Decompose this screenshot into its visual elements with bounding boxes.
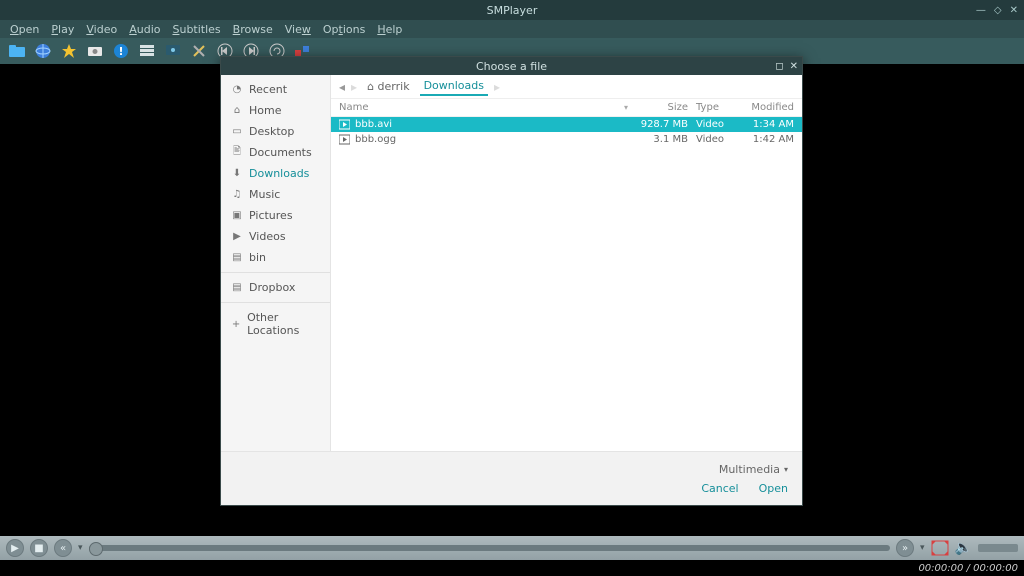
- sidebar-item-home[interactable]: ⌂Home: [221, 100, 330, 121]
- file-chooser-dialog: Choose a file ◻ ✕ ◔Recent⌂Home▭Desktop🖹D…: [220, 56, 803, 506]
- dialog-sidebar: ◔Recent⌂Home▭Desktop🖹Documents⬇Downloads…: [221, 75, 331, 451]
- folder-icon: ♫: [231, 189, 243, 201]
- folder-icon: ▤: [231, 252, 243, 264]
- sidebar-item-documents[interactable]: 🖹Documents: [221, 142, 330, 163]
- dialog-footer: Multimedia ▾ Cancel Open: [221, 451, 802, 505]
- chevron-down-icon: ▾: [784, 465, 788, 474]
- open-button[interactable]: Open: [759, 482, 788, 495]
- video-file-icon: [339, 119, 350, 130]
- rewind-button[interactable]: «: [54, 539, 72, 557]
- sidebar-item-recent[interactable]: ◔Recent: [221, 79, 330, 100]
- favorites-star-icon[interactable]: [60, 42, 78, 60]
- sidebar-item-other-locations[interactable]: +Other Locations: [221, 307, 330, 341]
- open-file-icon[interactable]: [8, 42, 26, 60]
- forward-button[interactable]: »: [896, 539, 914, 557]
- sidebar-item-pictures[interactable]: ▣Pictures: [221, 205, 330, 226]
- menu-browse[interactable]: Browse: [229, 23, 277, 36]
- menu-subtitles[interactable]: Subtitles: [168, 23, 224, 36]
- info-icon[interactable]: !: [112, 42, 130, 60]
- play-button[interactable]: ▶: [6, 539, 24, 557]
- dialog-close-icon[interactable]: ✕: [790, 61, 798, 72]
- folder-icon: ⬇: [231, 168, 243, 180]
- file-row[interactable]: bbb.avi928.7 MBVideo1:34 AM: [331, 117, 802, 132]
- svg-text:!: !: [118, 45, 123, 58]
- dialog-titlebar: Choose a file ◻ ✕: [221, 57, 802, 75]
- window-maximize-icon[interactable]: ◇: [994, 5, 1002, 16]
- breadcrumb-bar: ◂ ▸ ⌂ derrik Downloads ▸: [331, 75, 802, 99]
- col-type[interactable]: Type: [688, 102, 736, 113]
- folder-icon: ◔: [231, 84, 243, 96]
- time-display: 00:00:00 / 00:00:00: [918, 563, 1018, 574]
- breadcrumb-more-icon[interactable]: ▸: [494, 80, 500, 94]
- menu-video[interactable]: Video: [82, 23, 121, 36]
- window-title: SMPlayer: [487, 4, 538, 17]
- folder-icon: ⌂: [231, 105, 243, 117]
- sidebar-item-bin[interactable]: ▤bin: [221, 247, 330, 268]
- dialog-title-text: Choose a file: [476, 60, 547, 73]
- forward-chevron-icon[interactable]: ▾: [920, 543, 925, 553]
- file-list: Name▾ Size Type Modified bbb.avi928.7 MB…: [331, 99, 802, 451]
- file-row[interactable]: bbb.ogg3.1 MBVideo1:42 AM: [331, 132, 802, 147]
- breadcrumb-current[interactable]: Downloads: [420, 77, 488, 96]
- globe-icon[interactable]: [34, 42, 52, 60]
- menu-view[interactable]: View: [281, 23, 315, 36]
- seek-slider[interactable]: [89, 545, 891, 551]
- folder-icon: ▤: [231, 282, 243, 294]
- breadcrumb-forward-icon[interactable]: ▸: [351, 80, 357, 94]
- dialog-maximize-icon[interactable]: ◻: [775, 61, 783, 72]
- folder-icon: +: [231, 318, 241, 330]
- sidebar-item-downloads[interactable]: ⬇Downloads: [221, 163, 330, 184]
- menu-audio[interactable]: Audio: [125, 23, 164, 36]
- video-file-icon: [339, 134, 350, 145]
- stack-icon[interactable]: [138, 42, 156, 60]
- menu-options[interactable]: Options: [319, 23, 369, 36]
- col-modified[interactable]: Modified: [736, 102, 794, 113]
- window-close-icon[interactable]: ✕: [1010, 5, 1018, 16]
- sidebar-item-videos[interactable]: ▶Videos: [221, 226, 330, 247]
- breadcrumb-back-icon[interactable]: ◂: [339, 80, 345, 94]
- col-size[interactable]: Size: [628, 102, 688, 113]
- fullscreen-icon[interactable]: [931, 540, 949, 556]
- sidebar-item-music[interactable]: ♫Music: [221, 184, 330, 205]
- cancel-button[interactable]: Cancel: [701, 482, 738, 495]
- volume-slider[interactable]: [978, 544, 1018, 552]
- menu-help[interactable]: Help: [373, 23, 406, 36]
- stop-button[interactable]: ■: [30, 539, 48, 557]
- menu-play[interactable]: Play: [47, 23, 78, 36]
- breadcrumb-home[interactable]: ⌂ derrik: [363, 78, 414, 95]
- menu-open[interactable]: Open: [6, 23, 43, 36]
- window-titlebar: SMPlayer — ◇ ✕: [0, 0, 1024, 20]
- tools-icon[interactable]: [190, 42, 208, 60]
- folder-icon: ▶: [231, 231, 243, 243]
- col-name[interactable]: Name▾: [339, 102, 628, 113]
- screen-icon[interactable]: [164, 42, 182, 60]
- playback-bar: ▶ ■ « ▾ » ▾ 🔈: [0, 536, 1024, 560]
- folder-icon: ▭: [231, 126, 243, 138]
- mute-icon[interactable]: 🔈: [955, 540, 972, 556]
- home-icon: ⌂: [367, 80, 374, 93]
- window-minimize-icon[interactable]: —: [976, 5, 986, 16]
- rewind-chevron-icon[interactable]: ▾: [78, 543, 83, 553]
- file-type-filter[interactable]: Multimedia ▾: [719, 463, 788, 476]
- folder-icon: 🖹: [231, 147, 243, 159]
- sidebar-item-dropbox[interactable]: ▤Dropbox: [221, 277, 330, 298]
- sidebar-item-desktop[interactable]: ▭Desktop: [221, 121, 330, 142]
- status-bar: 00:00:00 / 00:00:00: [0, 560, 1024, 576]
- camera-icon[interactable]: [86, 42, 104, 60]
- folder-icon: ▣: [231, 210, 243, 222]
- file-list-header: Name▾ Size Type Modified: [331, 99, 802, 117]
- menu-bar: Open Play Video Audio Subtitles Browse View Opt…: [0, 20, 1024, 38]
